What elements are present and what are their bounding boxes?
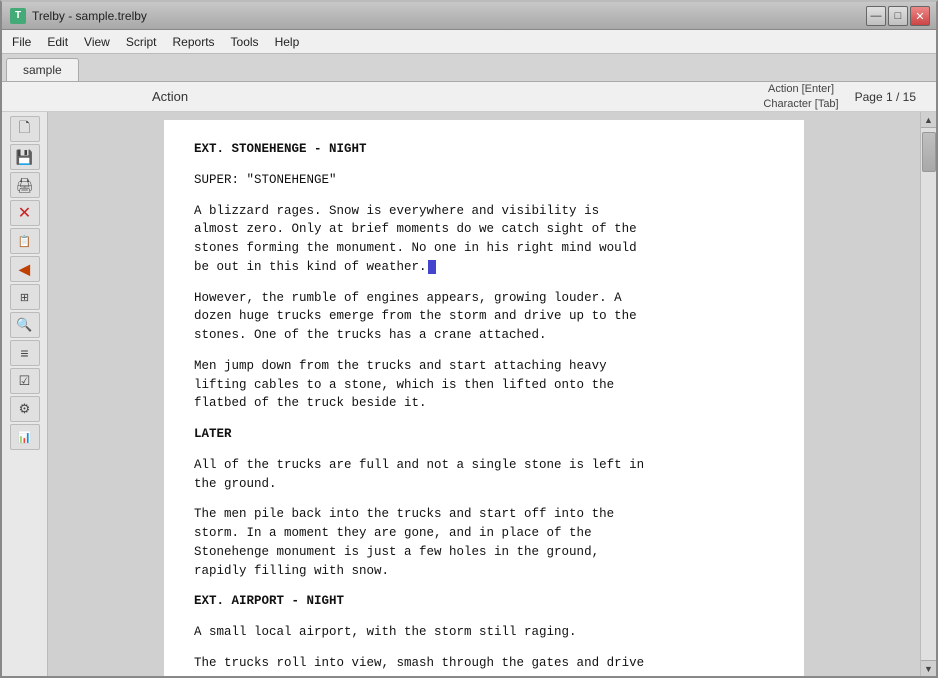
script-page[interactable]: EXT. STONEHENGE - NIGHT SUPER: "STONEHEN… xyxy=(164,120,804,676)
menu-reports[interactable]: Reports xyxy=(165,33,223,51)
script-action-trucks-roll: The trucks roll into view, smash through… xyxy=(194,654,774,673)
save-btn[interactable]: 💾 xyxy=(10,144,40,170)
window-controls: — □ ✕ xyxy=(866,6,930,26)
paste-btn[interactable]: 📋 xyxy=(10,228,40,254)
script-action-pile-back: The men pile back into the trucks and st… xyxy=(194,505,774,580)
close-button[interactable]: ✕ xyxy=(910,6,930,26)
status-right: Action [Enter] Character [Tab] Page 1 / … xyxy=(763,82,936,111)
script-scene-heading-1: EXT. STONEHENGE - NIGHT xyxy=(194,140,774,159)
script-action-trucks-full: All of the trucks are full and not a sin… xyxy=(194,456,774,494)
scrollbar: ▲ ▼ xyxy=(920,112,936,676)
menu-file[interactable]: File xyxy=(4,33,39,51)
scroll-track[interactable] xyxy=(921,128,936,660)
scroll-thumb[interactable] xyxy=(922,132,936,172)
tab-sample[interactable]: sample xyxy=(6,58,79,81)
page-indicator: Page 1 / 15 xyxy=(855,90,916,104)
format-btn[interactable]: ≡ xyxy=(10,340,40,366)
status-left: Action xyxy=(2,89,763,104)
search-btn[interactable]: 🔍 xyxy=(10,312,40,338)
action-hint: Action [Enter] Character [Tab] xyxy=(763,82,838,111)
back-btn[interactable]: ◀ xyxy=(10,256,40,282)
menu-edit[interactable]: Edit xyxy=(39,33,76,51)
window-title: Trelby - sample.trelby xyxy=(32,9,147,23)
delete-btn[interactable]: ✕ xyxy=(10,200,40,226)
script-action-airport: A small local airport, with the storm st… xyxy=(194,623,774,642)
stats-btn[interactable]: 📊 xyxy=(10,424,40,450)
script-action-cables: Men jump down from the trucks and start … xyxy=(194,357,774,413)
settings-btn[interactable]: ⚙ xyxy=(10,396,40,422)
action-hint-line2: Character [Tab] xyxy=(763,98,838,110)
app-icon: T xyxy=(10,8,26,24)
menu-tools[interactable]: Tools xyxy=(223,33,267,51)
menu-help[interactable]: Help xyxy=(267,33,308,51)
app-window: T Trelby - sample.trelby — □ ✕ File Edit… xyxy=(0,0,938,678)
script-scene-heading-later: LATER xyxy=(194,425,774,444)
maximize-button[interactable]: □ xyxy=(888,6,908,26)
tab-bar: sample xyxy=(2,54,936,82)
current-element-type: Action xyxy=(152,89,252,104)
new-doc-btn[interactable]: 🗋 xyxy=(10,116,40,142)
script-scene-heading-airport: EXT. AIRPORT - NIGHT xyxy=(194,592,774,611)
menu-script[interactable]: Script xyxy=(118,33,165,51)
main-area: 🗋 💾 🖨 ✕ 📋 ◀ ⊞ 🔍 ≡ ☑ ⚙ 📊 EXT. STONEHENGE … xyxy=(2,112,936,676)
script-action-rumble: However, the rumble of engines appears, … xyxy=(194,289,774,345)
menu-view[interactable]: View xyxy=(76,33,118,51)
script-action-super: SUPER: "STONEHENGE" xyxy=(194,171,774,190)
status-row: Action Action [Enter] Character [Tab] Pa… xyxy=(2,82,936,112)
scroll-down-button[interactable]: ▼ xyxy=(921,660,937,676)
print-btn[interactable]: 🖨 xyxy=(10,172,40,198)
title-bar: T Trelby - sample.trelby — □ ✕ xyxy=(2,2,936,30)
script-container[interactable]: EXT. STONEHENGE - NIGHT SUPER: "STONEHEN… xyxy=(48,112,920,676)
text-cursor xyxy=(428,260,436,274)
minimize-button[interactable]: — xyxy=(866,6,886,26)
scroll-up-button[interactable]: ▲ xyxy=(921,112,937,128)
sidebar-toolbar: 🗋 💾 🖨 ✕ 📋 ◀ ⊞ 🔍 ≡ ☑ ⚙ 📊 xyxy=(2,112,48,676)
menu-bar: File Edit View Script Reports Tools Help xyxy=(2,30,936,54)
grid-btn[interactable]: ⊞ xyxy=(10,284,40,310)
check-btn[interactable]: ☑ xyxy=(10,368,40,394)
script-action-blizzard: A blizzard rages. Snow is everywhere and… xyxy=(194,202,774,277)
action-hint-line1: Action [Enter] xyxy=(768,83,834,95)
